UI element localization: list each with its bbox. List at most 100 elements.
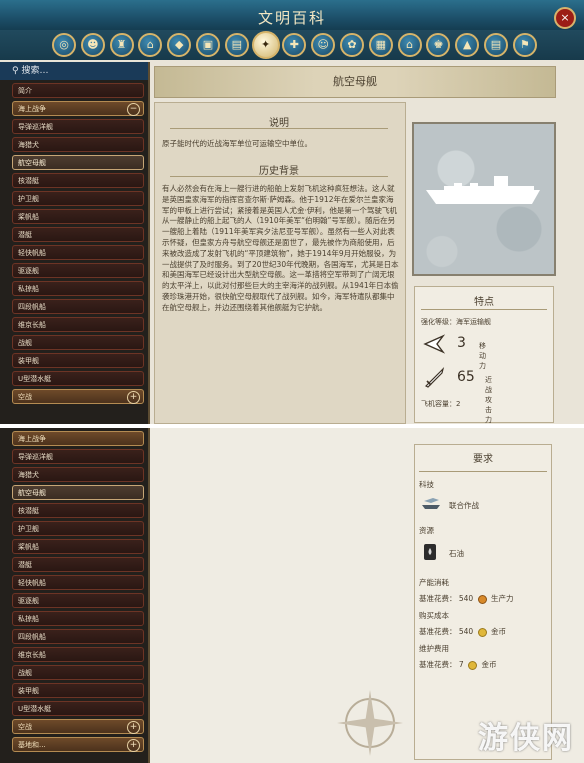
sidebar-item[interactable]: 护卫舰	[12, 191, 144, 206]
sidebar-item[interactable]: 四段帆船	[12, 299, 144, 314]
melee-label: 近战攻击力	[485, 376, 492, 424]
sidebar-item-label: 桨帆船	[18, 213, 39, 221]
search-input[interactable]: ⚲ 搜索…	[0, 62, 148, 80]
sidebar-item[interactable]: U型潜水艇	[12, 701, 144, 716]
sidebar-category[interactable]: 空战 +	[12, 719, 144, 734]
sidebar-item[interactable]: 导弹巡洋舰	[12, 119, 144, 134]
flag-icon[interactable]: ⚑	[512, 33, 537, 57]
sidebar-item[interactable]: 简介	[12, 83, 144, 98]
scroll-icon[interactable]: ▤	[484, 33, 508, 57]
sidebar-item[interactable]: 装甲舰	[12, 353, 144, 368]
sidebar-item[interactable]: 驱逐舰	[12, 593, 144, 608]
tech-name[interactable]: 联合作战	[449, 500, 479, 511]
sidebar-item-label: 潜艇	[18, 231, 32, 239]
sidebar-category[interactable]: 基地和... +	[12, 737, 144, 752]
promotion-icon[interactable]: ✚	[282, 33, 307, 57]
people-icon[interactable]: ☻	[80, 33, 105, 57]
sidebar-item-label: 轻快帆船	[18, 249, 46, 257]
sidebar-item[interactable]: 潜艇	[12, 557, 144, 572]
trophy-icon[interactable]: ♜	[109, 33, 134, 57]
sidebar-item[interactable]: 四段帆船	[12, 629, 144, 644]
sidebar-item[interactable]: 维京长船	[12, 647, 144, 662]
sidebar-item[interactable]: 航空母舰	[12, 155, 144, 170]
sidebar-category[interactable]: 海上战争 −	[12, 101, 144, 116]
article-pane: 要求 科技 联合作战 资源 石油 产能消耗 基准花费： 540 生产力 购买成本	[150, 428, 584, 763]
sidebar-item[interactable]: 桨帆船	[12, 209, 144, 224]
expand-icon[interactable]: +	[127, 739, 140, 752]
sidebar-item[interactable]: 护卫舰	[12, 521, 144, 536]
resource-icon[interactable]: ✿	[340, 33, 364, 57]
sidebar-category[interactable]: 空战 +	[12, 389, 144, 404]
sidebar-item[interactable]: 海猎犬	[12, 137, 144, 152]
production-unit: 生产力	[491, 594, 514, 603]
sidebar-item[interactable]: 导弹巡洋舰	[12, 449, 144, 464]
sidebar-item[interactable]: 核潜艇	[12, 503, 144, 518]
production-value: 540	[458, 594, 474, 603]
purchase-value: 540	[458, 627, 474, 636]
sidebar-item-label: 简介	[18, 87, 32, 95]
sidebar-item[interactable]: 轻快帆船	[12, 245, 144, 260]
expand-icon[interactable]: +	[127, 391, 140, 404]
sidebar-item-label: 装甲舰	[18, 357, 39, 365]
terrain-icon[interactable]: ▲	[455, 33, 480, 57]
sidebar-item-label: 海猎犬	[18, 141, 39, 149]
sidebar-item-label: 海上战争	[18, 105, 46, 113]
aircraft-carrier-icon	[426, 176, 540, 204]
maintenance-value: 7	[458, 660, 464, 669]
sidebar-category[interactable]: 海上战争	[12, 431, 144, 446]
sidebar-item[interactable]: 潜艇	[12, 227, 144, 242]
sidebar-item[interactable]: U型潜水艇	[12, 371, 144, 386]
sidebar-item-label: 航空母舰	[18, 489, 46, 497]
traits-panel: 特点 强化等级：海军运输舰 3 移动力 65 近战攻击力 飞机容量：2	[414, 286, 554, 424]
sidebar-item[interactable]: 航空母舰	[12, 485, 144, 500]
sidebar-item[interactable]: 海猎犬	[12, 467, 144, 482]
building-icon[interactable]: ⌂	[138, 33, 163, 57]
combined-arms-tech-icon	[422, 498, 440, 509]
sidebar-item[interactable]: 轻快帆船	[12, 575, 144, 590]
sidebar-item-label: 航空母舰	[18, 159, 46, 167]
collapse-icon[interactable]: −	[127, 103, 140, 116]
book-icon[interactable]: ▦	[368, 33, 393, 57]
sidebar-item[interactable]: 战舰	[12, 335, 144, 350]
sidebar-item-label: 护卫舰	[18, 525, 39, 533]
maintenance-unit: 金币	[481, 660, 497, 669]
sidebar-item[interactable]: 装甲舰	[12, 683, 144, 698]
production-base-label: 基准花费：	[419, 594, 457, 603]
sidebar-item[interactable]: 私掠船	[12, 611, 144, 626]
unit-portrait	[412, 122, 556, 276]
sidebar-item[interactable]: 桨帆船	[12, 539, 144, 554]
box-icon[interactable]: ◆	[167, 33, 192, 57]
globe-icon[interactable]: ◎	[52, 33, 76, 57]
sidebar-item[interactable]: 驱逐舰	[12, 263, 144, 278]
description-text: 原子能时代的近战海军单位可运输空中单位。	[162, 139, 312, 148]
production-icon	[477, 594, 487, 604]
maintenance-cost: 基准花费： 7 金币	[419, 659, 496, 670]
temple-icon[interactable]: ⌂	[397, 33, 422, 57]
page-title: 航空母舰	[154, 66, 556, 98]
description-heading: 说明	[269, 118, 289, 129]
gold-icon	[477, 627, 487, 637]
sidebar-item[interactable]: 维京长船	[12, 317, 144, 332]
divider	[170, 128, 388, 129]
melee-value: 65	[457, 369, 475, 385]
governor-icon[interactable]: ♚	[426, 33, 451, 57]
resource-name[interactable]: 石油	[449, 548, 464, 559]
sidebar-item[interactable]: 核潜艇	[12, 173, 144, 188]
sidebar-item[interactable]: 战舰	[12, 665, 144, 680]
sidebar-item-label: 基地和...	[18, 741, 46, 749]
leader-icon[interactable]: ☺	[311, 33, 336, 57]
maintenance-base-label: 基准花费：	[419, 660, 457, 669]
sidebar-item[interactable]: 私掠船	[12, 281, 144, 296]
sidebar-item-label: 驱逐舰	[18, 597, 39, 605]
sidebar-list: 海上战争导弹巡洋舰海猎犬航空母舰核潜艇护卫舰桨帆船潜艇轻快帆船驱逐舰私掠船四段帆…	[0, 431, 148, 752]
expand-icon[interactable]: +	[127, 721, 140, 734]
purchase-cost: 基准花费： 540 金币	[419, 626, 506, 637]
city-icon[interactable]: ▣	[196, 33, 220, 57]
sidebar-item-label: 维京长船	[18, 651, 46, 659]
search-icon: ⚲	[12, 66, 19, 76]
sidebar-item-label: 导弹巡洋舰	[18, 123, 53, 131]
close-button[interactable]: ×	[554, 7, 576, 29]
tech-heading: 科技	[419, 480, 434, 489]
district-icon[interactable]: ▤	[224, 33, 249, 57]
unit-icon[interactable]: ✦	[251, 31, 280, 59]
